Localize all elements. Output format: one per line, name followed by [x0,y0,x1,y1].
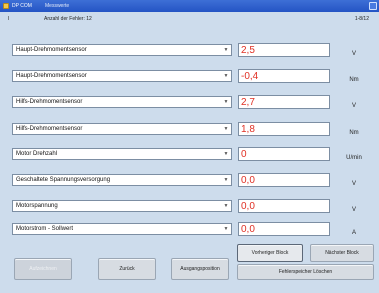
unit-label: V [351,51,356,57]
value-text: 2,5 [241,45,255,56]
measurement-row: Motorspannung ▼ 0,0 V [0,195,379,219]
unit-label: V [351,207,356,213]
header-marker: I [8,16,10,22]
unit-label: Nm [349,130,359,136]
app-name: DP COM [12,3,32,9]
close-icon[interactable] [369,2,377,10]
value-text: 1,8 [241,124,255,135]
parameter-label: Haupt-Drehmomentsensor [16,73,87,79]
dropdown-arrow-icon[interactable]: ▼ [222,225,230,233]
parameter-label: Motorspannung [16,203,58,209]
home-position-button[interactable]: Ausgangsposition [171,258,229,280]
next-block-button[interactable]: Nächster Block [310,244,374,262]
measurement-row: Geschaltete Spannungsversorgung ▼ 0,0 V [0,170,379,194]
measurement-row: Motor Drehzahl ▼ 0 U/min [0,144,379,168]
value-field: 1,8 [238,122,330,136]
parameter-dropdown[interactable]: Motor Drehzahl ▼ [12,148,232,160]
measurement-row: Haupt-Drehmomentsensor ▼ -0,4 Nm [0,64,379,88]
parameter-dropdown[interactable]: Geschaltete Spannungsversorgung ▼ [12,174,232,186]
value-text: -0,4 [241,71,259,82]
unit-label: V [351,181,356,187]
previous-block-button[interactable]: Vorheriger Block [237,244,303,262]
measurement-row: Haupt-Drehmomentsensor ▼ 2,5 V [0,40,379,64]
dropdown-arrow-icon[interactable]: ▼ [222,72,230,80]
error-count-label: Anzahl der Fehler: 12 [44,16,92,22]
dropdown-arrow-icon[interactable]: ▼ [222,46,230,54]
parameter-dropdown[interactable]: Motorstrom - Sollwert ▼ [12,223,232,235]
parameter-dropdown[interactable]: Hilfs-Drehmomentsensor ▼ [12,123,232,135]
value-field: 0,0 [238,173,330,187]
value-text: 0,0 [241,175,255,186]
measurement-row: Hilfs-Drehmomentsensor ▼ 2,7 V [0,91,379,115]
unit-label: V [351,103,356,109]
value-text: 0,0 [241,201,255,212]
header-row: I Anzahl der Fehler: 12 1-8/12 [0,12,379,36]
dropdown-arrow-icon[interactable]: ▼ [222,150,230,158]
value-field: 2,7 [238,95,330,109]
value-field: 0 [238,147,330,161]
parameter-label: Geschaltete Spannungsversorgung [16,177,111,183]
dropdown-arrow-icon[interactable]: ▼ [222,98,230,106]
parameter-label: Hilfs-Drehmomentsensor [16,99,83,105]
parameter-dropdown[interactable]: Haupt-Drehmomentsensor ▼ [12,70,232,82]
unit-label: A [351,230,356,236]
parameter-label: Motor Drehzahl [16,151,58,157]
app-icon [3,3,9,9]
value-text: 0 [241,149,247,160]
dropdown-arrow-icon[interactable]: ▼ [222,202,230,210]
parameter-label: Haupt-Drehmomentsensor [16,47,87,53]
back-button[interactable]: Zurück [98,258,156,280]
dropdown-arrow-icon[interactable]: ▼ [222,176,230,184]
clear-fault-memory-button[interactable]: Fehlerspeicher Löschen [237,264,374,280]
dropdown-arrow-icon[interactable]: ▼ [222,125,230,133]
value-field: 0,0 [238,222,330,236]
title-bar: DP COM Messwerte [0,0,379,12]
value-text: 2,7 [241,97,255,108]
value-field: 2,5 [238,43,330,57]
parameter-label: Hilfs-Drehmomentsensor [16,126,83,132]
parameter-dropdown[interactable]: Haupt-Drehmomentsensor ▼ [12,44,232,56]
measurement-row: Motorstrom - Sollwert ▼ 0,0 A [0,219,379,243]
parameter-dropdown[interactable]: Motorspannung ▼ [12,200,232,212]
measurement-row: Hilfs-Drehmomentsensor ▼ 1,8 Nm [0,118,379,142]
value-field: -0,4 [238,69,330,83]
value-field: 0,0 [238,199,330,213]
parameter-dropdown[interactable]: Hilfs-Drehmomentsensor ▼ [12,96,232,108]
window-name: Messwerte [45,3,70,9]
unit-label: Nm [349,77,359,83]
unit-label: U/min [346,155,362,161]
value-text: 0,0 [241,224,255,235]
record-button[interactable]: Aufzeichnen [14,258,72,280]
parameter-label: Motorstrom - Sollwert [16,226,74,232]
page-indicator: 1-8/12 [354,16,369,22]
